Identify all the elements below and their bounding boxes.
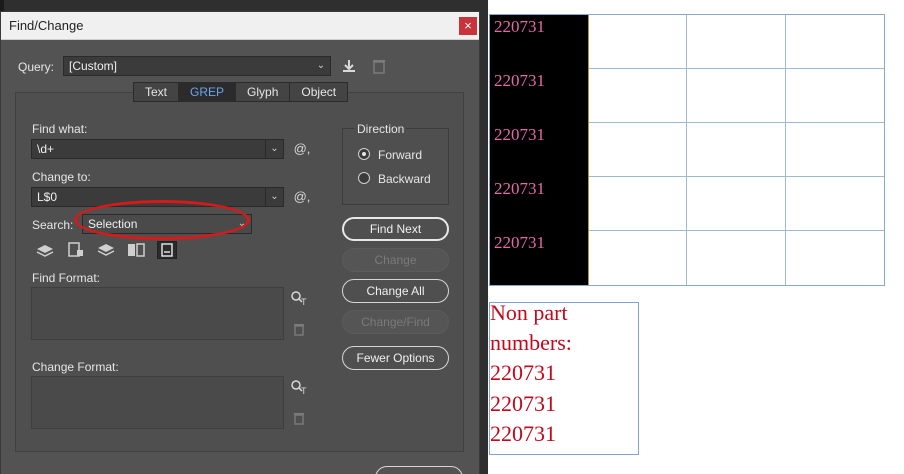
table-row: 220731 [490, 69, 884, 123]
find-what-value: \d+ [37, 142, 55, 156]
change-all-button[interactable]: Change All [342, 279, 449, 303]
find-format-box[interactable] [31, 287, 284, 340]
include-locked-stories-icon[interactable] [66, 241, 86, 259]
delete-query-icon[interactable] [371, 58, 387, 78]
table-cell[interactable]: 220731 [490, 69, 589, 123]
include-master-pages-icon[interactable] [126, 241, 146, 259]
cell-text: 220731 [494, 125, 545, 144]
annotation-circle [74, 200, 250, 240]
table-cell[interactable] [589, 69, 687, 123]
frame-line: 220731 [490, 360, 556, 385]
backward-radio[interactable] [358, 172, 370, 184]
change-format-label: Change Format: [32, 360, 119, 374]
include-locked-layers-icon[interactable] [35, 241, 55, 259]
clear-change-format-icon[interactable] [292, 411, 306, 429]
close-button[interactable]: × [459, 17, 477, 35]
dialog-title: Find/Change [9, 18, 84, 33]
frame-line: numbers: [490, 330, 572, 355]
table-row: 220731 [490, 231, 884, 285]
change-format-box[interactable] [31, 376, 284, 429]
table-cell[interactable]: 220731 [490, 231, 589, 285]
table-cell[interactable]: 220731 [490, 15, 589, 69]
find-what-input[interactable]: \d+ ⌄ [31, 139, 284, 159]
include-hidden-layers-icon[interactable] [96, 241, 116, 259]
direction-group [342, 128, 449, 205]
backward-label[interactable]: Backward [378, 172, 431, 186]
table-cell[interactable] [589, 177, 687, 231]
svg-text:T: T [301, 297, 307, 306]
change-to-label: Change to: [32, 170, 91, 184]
table-cell[interactable] [589, 123, 687, 177]
forward-label[interactable]: Forward [378, 148, 422, 162]
table-cell[interactable] [687, 123, 786, 177]
tab-glyph[interactable]: Glyph [236, 83, 291, 101]
text-frame[interactable]: Non part numbers: 220731 220731 220731 [489, 300, 639, 455]
document-table[interactable]: 220731 220731 220731 220731 220731 [489, 14, 885, 286]
cell-text: 220731 [494, 179, 545, 198]
chevron-down-icon[interactable]: ⌄ [265, 140, 283, 158]
forward-radio[interactable] [358, 148, 370, 160]
special-characters-change-icon[interactable]: @, [292, 189, 312, 205]
query-select[interactable]: [Custom] ⌄ [63, 56, 331, 76]
direction-label: Direction [355, 122, 407, 136]
dialog-titlebar[interactable]: Find/Change × [1, 12, 479, 40]
change-find-button[interactable]: Change/Find [342, 310, 449, 334]
query-label: Query: [18, 60, 55, 74]
cell-text: 220731 [494, 17, 545, 36]
table-cell[interactable]: 220731 [490, 177, 589, 231]
table-cell[interactable] [687, 15, 786, 69]
frame-line: Non part [490, 300, 568, 325]
clear-find-format-icon[interactable] [292, 322, 306, 340]
frame-line: 220731 [490, 391, 556, 416]
table-row: 220731 [490, 123, 884, 177]
query-value: [Custom] [69, 59, 118, 73]
find-format-label: Find Format: [32, 271, 101, 285]
frame-line: 220731 [490, 421, 556, 446]
cell-text: 220731 [494, 71, 545, 90]
table-cell[interactable] [687, 231, 786, 285]
save-query-icon[interactable] [340, 58, 358, 78]
svg-text:T: T [301, 386, 307, 395]
table-cell[interactable] [687, 69, 786, 123]
tab-text[interactable]: Text [134, 83, 180, 101]
specify-change-format-icon[interactable]: T [290, 379, 308, 399]
search-label: Search: [32, 218, 74, 232]
tab-object[interactable]: Object [290, 83, 347, 101]
table-row: 220731 [490, 15, 884, 69]
mode-tabs: Text GREP Glyph Object [133, 82, 349, 102]
table-cell[interactable] [589, 231, 687, 285]
table-cell[interactable]: 220731 [490, 123, 589, 177]
include-footnotes-icon[interactable] [157, 241, 177, 259]
done-button-partial[interactable] [375, 466, 463, 474]
table-cell[interactable] [687, 177, 786, 231]
change-to-value: L$0 [37, 190, 58, 204]
tab-grep[interactable]: GREP [179, 83, 237, 101]
specify-find-format-icon[interactable]: T [290, 290, 308, 310]
fewer-options-button[interactable]: Fewer Options [342, 346, 449, 370]
find-next-button[interactable]: Find Next [342, 217, 449, 241]
cell-text: 220731 [494, 233, 545, 252]
chevron-down-icon[interactable]: ⌄ [265, 188, 283, 206]
special-characters-find-icon[interactable]: @, [292, 141, 312, 157]
change-button[interactable]: Change [342, 248, 449, 272]
table-cell[interactable] [589, 15, 687, 69]
table-row: 220731 [490, 177, 884, 231]
find-what-label: Find what: [32, 122, 88, 136]
chevron-down-icon[interactable]: ⌄ [312, 57, 330, 75]
